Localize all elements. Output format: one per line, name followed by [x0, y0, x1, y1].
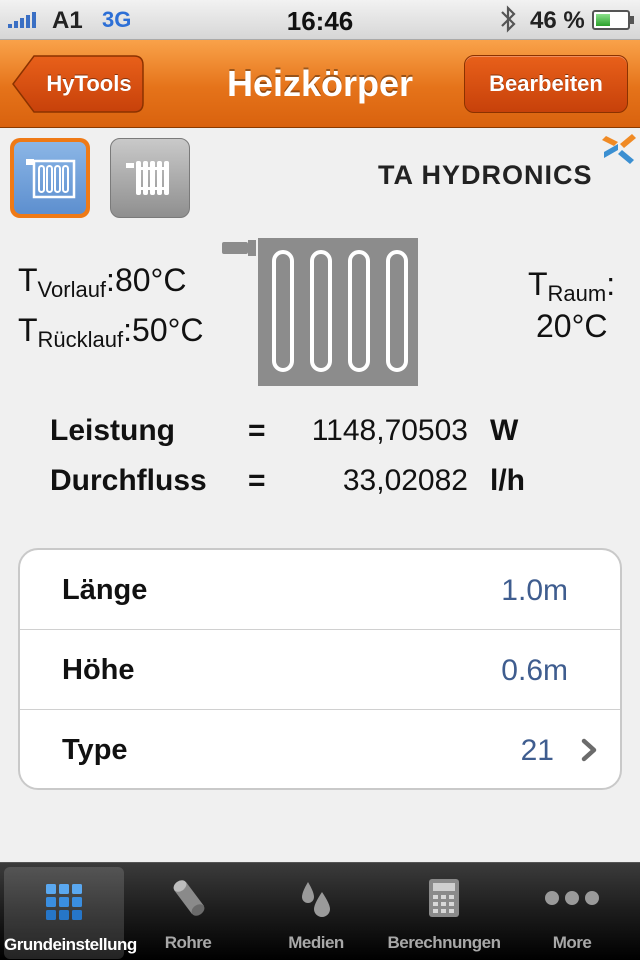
tab-berechnungen[interactable]: Berechnungen: [380, 863, 508, 960]
logo-mark-icon: [602, 134, 636, 164]
logo-text: TA HYDRONICS: [378, 160, 593, 190]
drops-icon: [302, 882, 330, 917]
tab-rohre[interactable]: Rohre: [124, 863, 252, 960]
temp-subscript: Vorlauf: [37, 277, 107, 302]
tab-label: Berechnungen: [387, 933, 501, 952]
pipe-icon: [173, 880, 205, 916]
panel-radiator-button[interactable]: [10, 138, 90, 218]
equals-sign: =: [248, 464, 266, 497]
power-label: Leistung: [50, 414, 175, 447]
navigation-bar: HyTools Heizkörper Bearbeiten: [0, 40, 640, 128]
tab-icon-wrap: [252, 875, 380, 921]
flow-value: 33,02082: [342, 464, 468, 497]
back-button[interactable]: HyTools: [12, 55, 144, 113]
column-radiator-icon: [126, 161, 169, 195]
chevron-right-icon: [581, 738, 597, 762]
tab-icon-wrap: [124, 875, 252, 921]
tab-label: Grundeinstellung: [4, 935, 137, 954]
height-label: Höhe: [62, 654, 135, 686]
radiator-settings-table: Länge 1.0m Höhe 0.6m Type 21: [18, 548, 622, 790]
equals-sign: =: [248, 414, 266, 447]
tab-icon-wrap: [4, 879, 124, 925]
tab-label: More: [552, 933, 592, 952]
temp-subscript: Raum: [547, 281, 607, 306]
room-temperature-value: 20°C: [536, 308, 608, 344]
power-unit: W: [490, 414, 519, 447]
temp-subscript: Rücklauf: [37, 327, 124, 352]
battery-percent: 46 %: [530, 7, 585, 34]
calculator-icon: [429, 879, 459, 917]
height-value: 0.6m: [501, 654, 568, 687]
temp-symbol: T: [528, 266, 548, 302]
temp-symbol: T: [18, 312, 38, 348]
bluetooth-icon: [501, 5, 516, 33]
return-temperature: TRücklauf:50°C: [18, 312, 204, 353]
type-label: Type: [62, 734, 128, 766]
ta-hydronics-logo: TA HYDRONICS: [378, 130, 638, 190]
radiator-illustration: [222, 238, 418, 386]
more-icon: [545, 891, 599, 905]
battery-icon: [592, 10, 634, 30]
back-button-label: HyTools: [46, 71, 132, 96]
flow-result: Durchfluss = 33,02082 l/h: [0, 464, 640, 508]
tab-label: Medien: [288, 933, 344, 952]
type-value: 21: [520, 734, 554, 767]
return-temperature-value: :50°C: [123, 312, 204, 348]
power-result: Leistung = 1148,70503 W: [0, 414, 640, 458]
status-bar: A1 3G 16:46 46 %: [0, 0, 640, 40]
tab-icon-wrap: [380, 875, 508, 921]
length-value: 1.0m: [501, 574, 568, 607]
grid-icon: [46, 884, 82, 920]
tab-grundeinstellung[interactable]: Grundeinstellung: [4, 867, 137, 959]
supply-temperature-value: :80°C: [106, 262, 187, 298]
page-title: Heizkörper: [226, 63, 414, 104]
tab-label: Rohre: [164, 933, 212, 952]
length-row[interactable]: Länge 1.0m: [20, 550, 620, 630]
room-temperature-label: TRaum:: [528, 266, 615, 307]
power-value: 1148,70503: [311, 414, 468, 447]
length-label: Länge: [62, 574, 148, 606]
supply-temperature: TVorlauf:80°C: [18, 262, 186, 303]
temp-symbol: T: [18, 262, 38, 298]
tab-bar: Grundeinstellung Rohre Medien Berechnung…: [0, 862, 640, 960]
tab-medien[interactable]: Medien: [252, 863, 380, 960]
panel-radiator-button-face: [14, 142, 86, 214]
flow-unit: l/h: [490, 464, 525, 497]
panel-radiator-icon: [26, 159, 76, 199]
battery-level: [596, 14, 610, 26]
tab-icon-wrap: [508, 875, 636, 921]
tab-more[interactable]: More: [508, 863, 636, 960]
temp-colon: :: [606, 266, 616, 302]
edit-button[interactable]: Bearbeiten: [464, 55, 628, 113]
type-row[interactable]: Type 21: [20, 710, 620, 788]
height-row[interactable]: Höhe 0.6m: [20, 630, 620, 710]
column-radiator-button[interactable]: [110, 138, 190, 218]
flow-label: Durchfluss: [50, 464, 207, 497]
